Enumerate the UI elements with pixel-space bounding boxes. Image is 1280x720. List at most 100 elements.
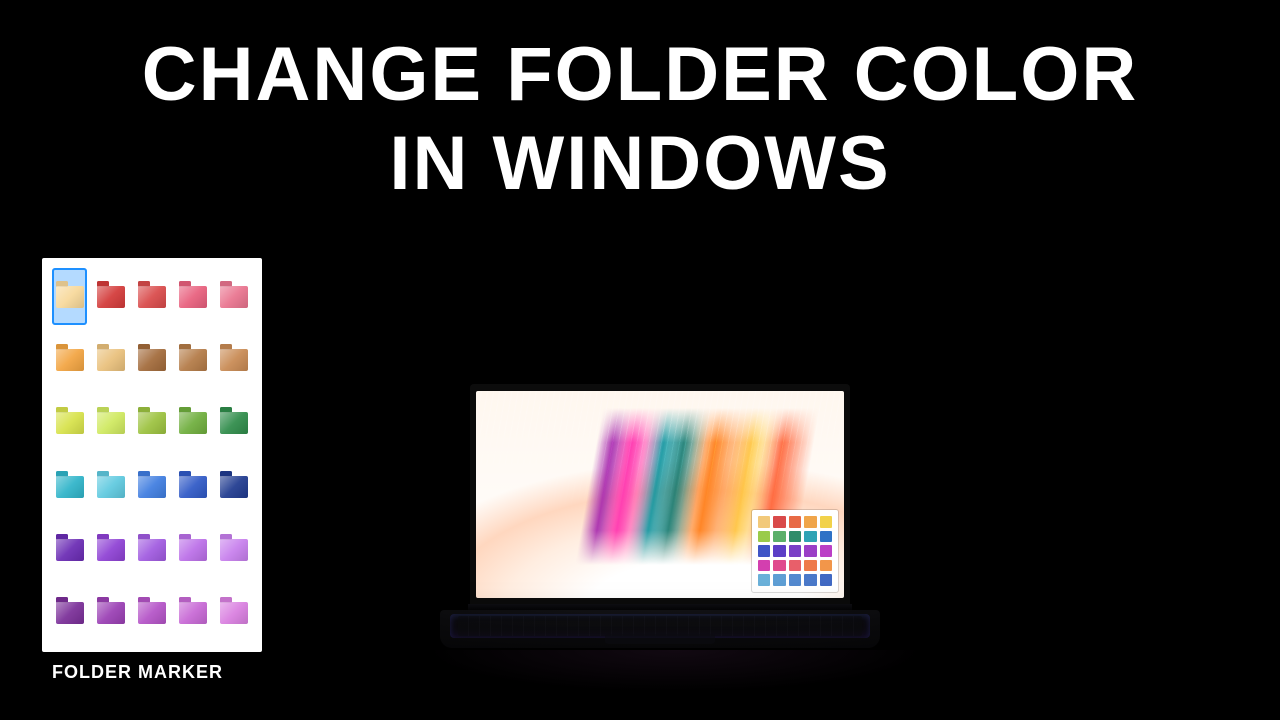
mini-color-swatch bbox=[820, 574, 832, 586]
folder-icon bbox=[220, 286, 248, 308]
folder-color-swatch[interactable] bbox=[93, 585, 128, 642]
folder-color-swatch[interactable] bbox=[52, 458, 87, 515]
mini-color-swatch bbox=[789, 574, 801, 586]
folder-icon bbox=[220, 349, 248, 371]
folder-icon bbox=[138, 286, 166, 308]
laptop-keyboard bbox=[458, 616, 862, 636]
mini-color-swatch bbox=[789, 545, 801, 557]
folder-icon bbox=[220, 602, 248, 624]
folder-color-swatch[interactable] bbox=[93, 331, 128, 388]
laptop-bezel bbox=[470, 384, 850, 391]
folder-color-swatch[interactable] bbox=[217, 458, 252, 515]
folder-color-swatch[interactable] bbox=[52, 521, 87, 578]
folder-icon bbox=[56, 539, 84, 561]
folder-icon bbox=[138, 539, 166, 561]
folder-icon bbox=[56, 476, 84, 498]
mini-color-swatch bbox=[758, 545, 770, 557]
folder-color-swatch[interactable] bbox=[52, 331, 87, 388]
folder-icon bbox=[56, 412, 84, 434]
folder-color-swatch[interactable] bbox=[176, 268, 211, 325]
folder-icon bbox=[179, 286, 207, 308]
folder-color-swatch[interactable] bbox=[217, 521, 252, 578]
mini-color-swatch bbox=[789, 560, 801, 572]
laptop-wallpaper bbox=[476, 391, 844, 598]
folder-color-swatch[interactable] bbox=[176, 331, 211, 388]
folder-icon bbox=[179, 539, 207, 561]
mini-color-swatch bbox=[758, 574, 770, 586]
headline: CHANGE FOLDER COLOR IN WINDOWS bbox=[90, 32, 1190, 206]
folder-icon bbox=[97, 539, 125, 561]
mini-color-swatch bbox=[820, 545, 832, 557]
folder-icon bbox=[97, 412, 125, 434]
folder-color-swatch[interactable] bbox=[93, 268, 128, 325]
folder-icon bbox=[138, 412, 166, 434]
mini-color-swatch bbox=[820, 560, 832, 572]
folder-color-swatch[interactable] bbox=[217, 331, 252, 388]
folder-color-swatch[interactable] bbox=[134, 585, 169, 642]
mini-color-swatch bbox=[758, 531, 770, 543]
mini-color-swatch bbox=[804, 516, 816, 528]
folder-icon bbox=[179, 602, 207, 624]
folder-color-swatch[interactable] bbox=[52, 395, 87, 452]
mini-color-swatch bbox=[804, 560, 816, 572]
folder-color-swatch[interactable] bbox=[134, 521, 169, 578]
folder-color-swatch[interactable] bbox=[134, 395, 169, 452]
mini-color-swatch bbox=[773, 516, 785, 528]
mini-color-swatch bbox=[758, 560, 770, 572]
mini-color-swatch bbox=[804, 531, 816, 543]
folder-icon bbox=[138, 602, 166, 624]
folder-color-swatch[interactable] bbox=[52, 268, 87, 325]
laptop-base bbox=[440, 610, 880, 648]
mini-color-swatch bbox=[789, 516, 801, 528]
folder-color-swatch[interactable] bbox=[176, 458, 211, 515]
folder-color-swatch[interactable] bbox=[52, 585, 87, 642]
mini-color-swatch bbox=[789, 531, 801, 543]
mini-color-swatch bbox=[773, 560, 785, 572]
folder-color-swatch[interactable] bbox=[93, 395, 128, 452]
folder-icon bbox=[179, 412, 207, 434]
folder-icon bbox=[97, 602, 125, 624]
mini-color-swatch bbox=[820, 516, 832, 528]
folder-color-palette-panel bbox=[42, 258, 262, 652]
folder-color-swatch[interactable] bbox=[134, 331, 169, 388]
folder-color-swatch[interactable] bbox=[134, 458, 169, 515]
floor-reflection bbox=[380, 650, 970, 710]
folder-icon bbox=[97, 286, 125, 308]
folder-color-swatch[interactable] bbox=[93, 521, 128, 578]
mini-color-swatch bbox=[804, 545, 816, 557]
folder-icon bbox=[179, 476, 207, 498]
folder-icon bbox=[220, 539, 248, 561]
laptop bbox=[470, 384, 850, 672]
folder-icon bbox=[97, 476, 125, 498]
folder-icon bbox=[220, 412, 248, 434]
mini-color-swatch bbox=[804, 574, 816, 586]
headline-line-2: IN WINDOWS bbox=[90, 121, 1190, 206]
mini-color-swatch bbox=[820, 531, 832, 543]
folder-color-swatch[interactable] bbox=[176, 395, 211, 452]
laptop-screen bbox=[470, 384, 850, 604]
headline-line-1: CHANGE FOLDER COLOR bbox=[90, 32, 1190, 117]
folder-icon bbox=[138, 476, 166, 498]
laptop-trackpad bbox=[605, 634, 715, 644]
folder-icon bbox=[179, 349, 207, 371]
mini-color-swatch bbox=[758, 516, 770, 528]
mini-color-swatch bbox=[773, 545, 785, 557]
mini-palette-window bbox=[752, 510, 838, 592]
folder-color-swatch[interactable] bbox=[134, 268, 169, 325]
mini-palette-grid bbox=[758, 516, 832, 586]
folder-color-swatch[interactable] bbox=[176, 585, 211, 642]
folder-color-swatch[interactable] bbox=[93, 458, 128, 515]
folder-color-grid bbox=[52, 268, 252, 642]
folder-color-swatch[interactable] bbox=[217, 395, 252, 452]
folder-color-swatch[interactable] bbox=[217, 268, 252, 325]
mini-color-swatch bbox=[773, 531, 785, 543]
folder-icon bbox=[56, 602, 84, 624]
mini-color-swatch bbox=[773, 574, 785, 586]
folder-icon bbox=[56, 286, 84, 308]
folder-icon bbox=[56, 349, 84, 371]
thumbnail-stage: CHANGE FOLDER COLOR IN WINDOWS FOLDER MA… bbox=[0, 0, 1280, 720]
folder-color-swatch[interactable] bbox=[217, 585, 252, 642]
folder-icon bbox=[97, 349, 125, 371]
folder-color-swatch[interactable] bbox=[176, 521, 211, 578]
folder-icon bbox=[220, 476, 248, 498]
